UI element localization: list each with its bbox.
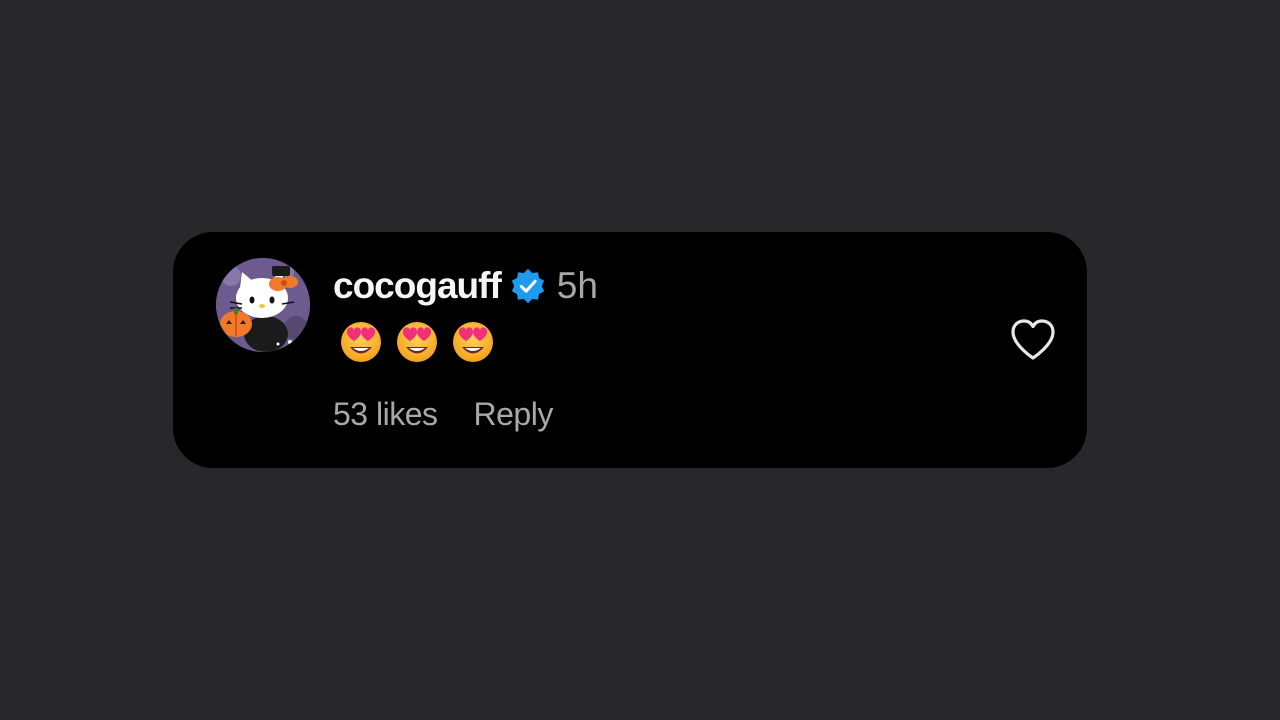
- verified-badge-icon: [509, 267, 547, 305]
- heart-eyes-emoji-icon: [397, 322, 437, 362]
- heart-outline-icon: [1011, 319, 1055, 360]
- comment-actions: 53 likes Reply: [333, 392, 553, 436]
- timestamp: 5h: [556, 265, 598, 306]
- hello-kitty-avatar-icon: [216, 258, 310, 352]
- username[interactable]: cocogauff: [333, 265, 502, 307]
- likes-count[interactable]: 53 likes: [333, 396, 438, 433]
- heart-eyes-emoji-icon: [341, 322, 381, 362]
- comment-text: [338, 318, 506, 364]
- comment-header: cocogauff 5h: [333, 262, 598, 310]
- like-button[interactable]: [1009, 318, 1057, 362]
- heart-eyes-emoji-icon: [453, 322, 493, 362]
- stage: cocogauff 5h 53 likes Reply: [0, 0, 1280, 720]
- comment-card: cocogauff 5h 53 likes Reply: [173, 232, 1087, 468]
- reply-button[interactable]: Reply: [474, 396, 554, 433]
- avatar[interactable]: [216, 258, 310, 352]
